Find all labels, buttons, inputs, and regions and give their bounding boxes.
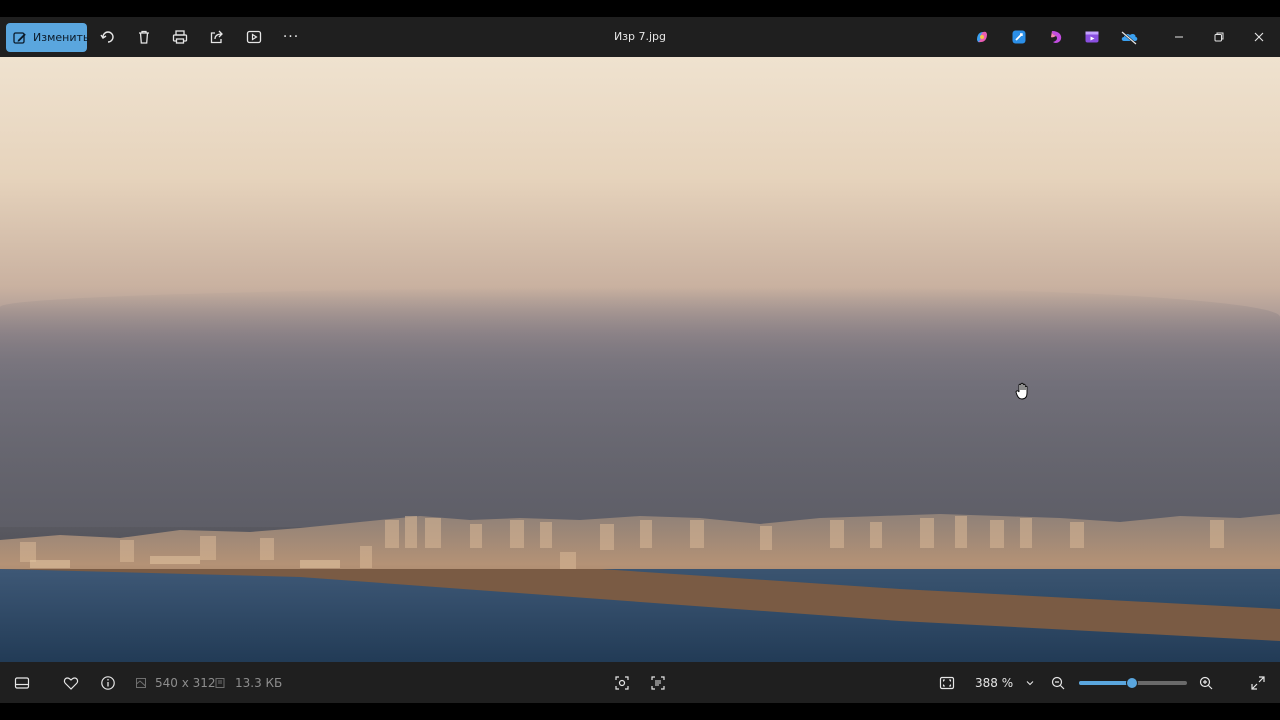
designer-icon[interactable] [1046,27,1066,47]
slideshow-icon[interactable] [242,25,266,49]
onedrive-icon[interactable] [1119,27,1139,47]
edit-button[interactable]: Изменить [6,23,90,52]
hand-cursor-icon [1015,382,1029,400]
filmstrip-icon[interactable] [11,672,33,694]
close-icon[interactable] [1247,25,1271,49]
title-bar: Изменить ··· Изр 7.jpg [0,17,1280,57]
rotate-icon[interactable] [96,25,120,49]
edit-icon [13,31,27,45]
sea [0,569,1280,662]
edit-button-label: Изменить [33,31,90,44]
text-scan-icon[interactable] [647,672,669,694]
zoom-slider-fill [1079,681,1132,685]
file-size: 13.3 КБ [235,676,283,690]
copilot-icon[interactable] [972,27,992,47]
file-size-icon [209,672,231,694]
status-bar: 540 x 312 13.3 КБ 388 % [0,662,1280,703]
zoom-value: 388 % [975,676,1014,690]
minimize-icon[interactable] [1167,25,1191,49]
chevron-down-icon [1025,678,1035,688]
favorite-icon[interactable] [60,672,82,694]
zoom-dropdown[interactable]: 388 % [966,670,1038,696]
more-options-button[interactable]: ··· [279,25,303,49]
zoom-slider[interactable] [1079,677,1187,689]
zoom-slider-thumb[interactable] [1125,677,1138,689]
zoom-out-icon[interactable] [1047,672,1069,694]
fit-to-window-icon[interactable] [936,672,958,694]
video-editor-icon[interactable] [1082,27,1102,47]
info-icon[interactable] [97,672,119,694]
share-icon[interactable] [205,25,229,49]
clipchamp-icon[interactable] [1009,27,1029,47]
full-screen-icon[interactable] [1247,672,1269,694]
zoom-in-icon[interactable] [1195,672,1217,694]
image-dimensions: 540 x 312 [155,676,216,690]
delete-icon[interactable] [132,25,156,49]
print-icon[interactable] [168,25,192,49]
restore-icon[interactable] [1207,25,1231,49]
visual-search-icon[interactable] [611,672,633,694]
image-canvas[interactable] [0,57,1280,662]
dimensions-icon [130,672,152,694]
